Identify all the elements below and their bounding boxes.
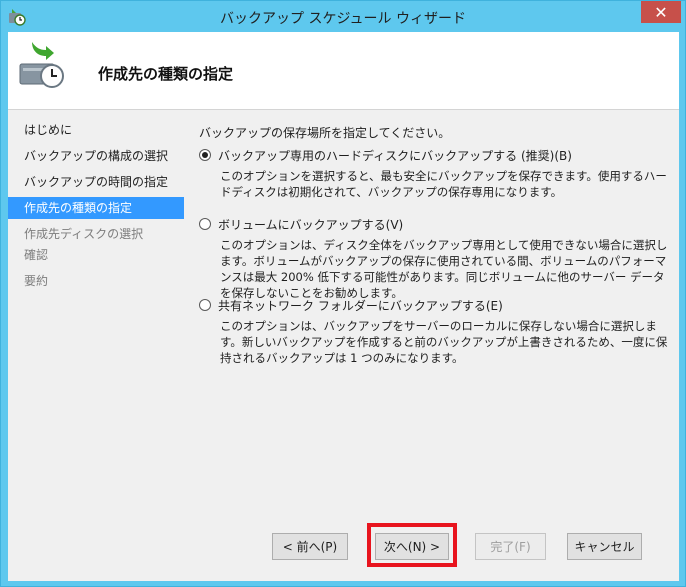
dedicated-disk-description: このオプションを選択すると、最も安全にバックアップを保存できます。使用するハード…	[220, 169, 667, 199]
network-folder-description: このオプションは、バックアップをサーバーのローカルに保存しない場合に選択します。…	[220, 319, 668, 365]
nav-item-destination-disk: 作成先ディスクの選択	[24, 227, 144, 241]
volume-radio-row[interactable]: ボリュームにバックアップする(V)	[199, 215, 669, 233]
dedicated-disk-radio[interactable]	[199, 149, 211, 161]
wizard-client: 作成先の種類の指定 はじめに バックアップの構成の選択 バックアップの時間の指定…	[8, 32, 679, 581]
network-folder-radio-row[interactable]: 共有ネットワーク フォルダーにバックアップする(E)	[199, 296, 669, 314]
option-dedicated-disk: バックアップ専用のハードディスクにバックアップする (推奨)(B) このオプショ…	[199, 146, 669, 200]
dedicated-disk-radio-row[interactable]: バックアップ専用のハードディスクにバックアップする (推奨)(B)	[199, 146, 669, 164]
page-title: 作成先の種類の指定	[98, 65, 234, 83]
volume-radio[interactable]	[199, 218, 211, 230]
backup-wizard-icon	[19, 42, 64, 88]
main-panel: バックアップの保存場所を指定してください。 バックアップ専用のハードディスクにバ…	[188, 111, 679, 581]
cancel-button[interactable]: キャンセル	[567, 533, 642, 560]
window-title: バックアップ スケジュール ウィザード	[220, 11, 466, 27]
network-folder-radio[interactable]	[199, 299, 211, 311]
close-button[interactable]: ✕	[641, 1, 681, 23]
wizard-window: バックアップ スケジュール ウィザード ✕ 作成先の種類の指定 はじめに バック…	[0, 0, 686, 587]
volume-label[interactable]: ボリュームにバックアップする(V)	[218, 216, 403, 233]
title-bar[interactable]: バックアップ スケジュール ウィザード ✕	[1, 1, 685, 33]
wizard-header: 作成先の種類の指定	[8, 32, 679, 110]
next-button-highlight	[367, 523, 457, 567]
nav-item-destination-type[interactable]: 作成先の種類の指定	[8, 197, 184, 219]
dedicated-disk-label[interactable]: バックアップ専用のハードディスクにバックアップする (推奨)(B)	[218, 147, 572, 164]
nav-item-backup-time[interactable]: バックアップの時間の指定	[8, 171, 184, 193]
nav-item-backup-config[interactable]: バックアップの構成の選択	[8, 145, 184, 167]
wizard-steps-nav: はじめに バックアップの構成の選択 バックアップの時間の指定 作成先の種類の指定…	[8, 111, 184, 581]
network-folder-label[interactable]: 共有ネットワーク フォルダーにバックアップする(E)	[218, 297, 503, 314]
nav-item-confirmation: 確認	[24, 248, 49, 262]
destination-prompt: バックアップの保存場所を指定してください。	[199, 126, 451, 140]
volume-description: このオプションは、ディスク全体をバックアップ専用として使用できない場合に選択しま…	[220, 238, 668, 300]
option-network-folder: 共有ネットワーク フォルダーにバックアップする(E) このオプションは、バックア…	[199, 296, 669, 366]
nav-item-summary: 要約	[24, 274, 49, 288]
option-volume: ボリュームにバックアップする(V) このオプションは、ディスク全体をバックアップ…	[199, 215, 669, 301]
finish-button: 完了(F)	[475, 533, 546, 560]
prev-button[interactable]: < 前へ(P)	[272, 533, 348, 560]
nav-item-getting-started[interactable]: はじめに	[8, 119, 184, 141]
